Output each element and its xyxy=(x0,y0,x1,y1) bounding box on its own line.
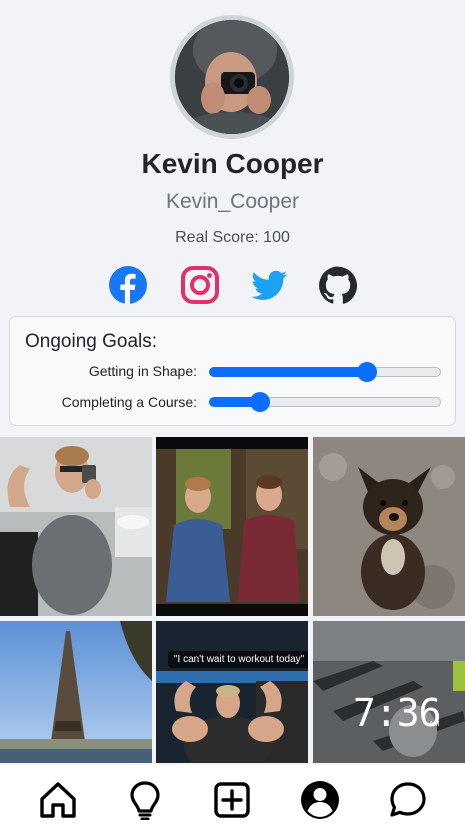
slider-thumb[interactable] xyxy=(250,392,271,412)
post-tile-workout-selfie[interactable]: "I can't wait to workout today" xyxy=(156,621,308,763)
social-links xyxy=(108,265,358,305)
person-circle-icon[interactable] xyxy=(300,780,340,820)
post-tile-eiffel-tower[interactable] xyxy=(0,621,152,763)
real-score: Real Score: 100 xyxy=(175,229,290,246)
twitter-icon[interactable] xyxy=(249,265,289,305)
profile-username: Kevin_Cooper xyxy=(165,190,300,213)
avatar[interactable] xyxy=(170,15,294,139)
lightbulb-icon[interactable] xyxy=(125,780,165,820)
goal-label: Completing a Course: xyxy=(61,394,197,410)
goal-progress-slider[interactable] xyxy=(209,362,441,382)
plus-square-icon[interactable] xyxy=(212,780,252,820)
instagram-icon[interactable] xyxy=(180,265,220,305)
facebook-icon[interactable] xyxy=(108,265,148,305)
github-icon[interactable] xyxy=(318,265,358,305)
post-tile-puppy[interactable] xyxy=(313,437,465,616)
ongoing-goals-card: Ongoing Goals: Getting in Shape: Complet… xyxy=(9,316,456,426)
profile-header: Kevin Cooper Kevin_Cooper Real Score: 10… xyxy=(0,0,465,312)
post-caption: "I can't wait to workout today" xyxy=(168,651,308,668)
goal-progress-slider[interactable] xyxy=(209,392,441,412)
goal-label: Getting in Shape: xyxy=(88,363,197,379)
bottom-nav xyxy=(0,765,465,831)
post-grid: "I can't wait to workout today" 7:36 AM xyxy=(0,437,465,763)
goals-title: Ongoing Goals: xyxy=(25,331,158,352)
story-clock-suffix: AM xyxy=(429,721,440,728)
post-tile-gym-selfie[interactable] xyxy=(0,437,152,616)
profile-name: Kevin Cooper xyxy=(141,148,324,179)
chat-icon[interactable] xyxy=(388,780,428,820)
slider-fill xyxy=(209,367,367,377)
home-icon[interactable] xyxy=(38,780,78,820)
post-tile-before-after[interactable] xyxy=(156,437,308,616)
avatar-image xyxy=(175,20,289,134)
post-tile-gym-treadmills[interactable]: 7:36 AM xyxy=(313,621,465,763)
slider-thumb[interactable] xyxy=(356,362,377,382)
story-clock: 7:36 xyxy=(353,691,442,735)
